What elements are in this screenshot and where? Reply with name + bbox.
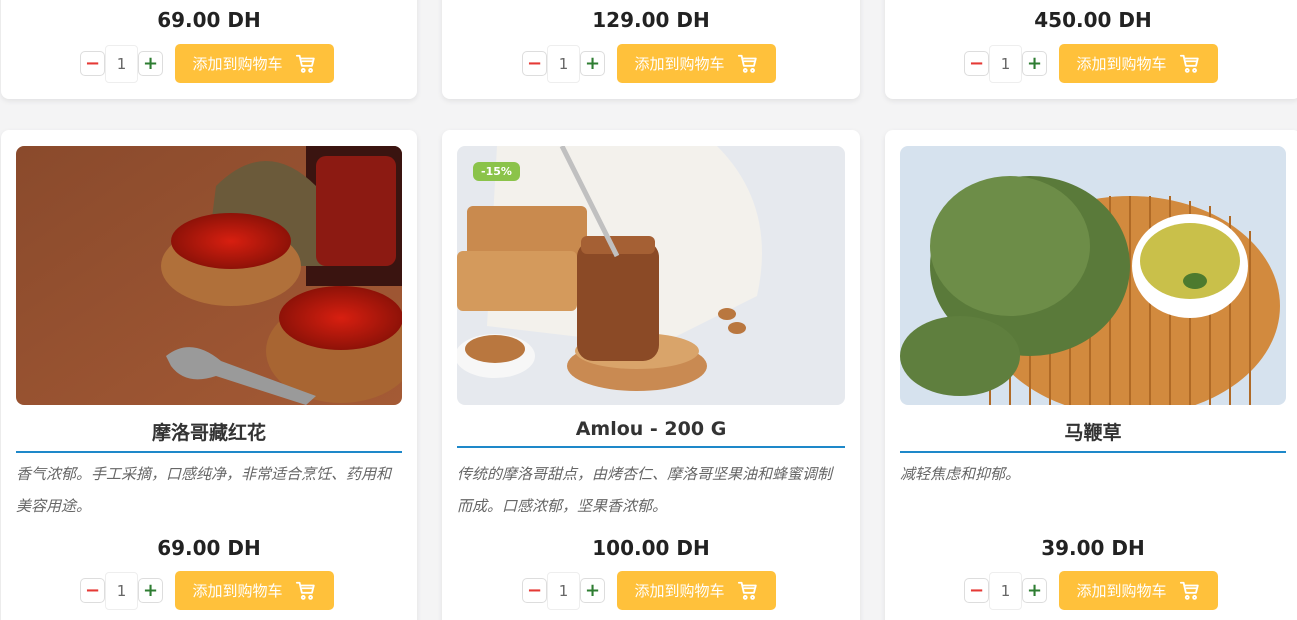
product-title[interactable]: Amlou - 200 G [457,418,845,448]
cart-icon [1179,580,1201,602]
card-actions: − + 添加到购物车 [1,44,417,83]
discount-badge: -15% [473,162,520,181]
add-to-cart-label: 添加到购物车 [192,55,283,73]
quantity-input[interactable] [989,44,1022,83]
increase-quantity-button[interactable]: + [138,578,163,603]
increase-quantity-button[interactable]: + [1022,51,1047,76]
decrease-quantity-button[interactable]: − [522,578,547,603]
product-card: -15% Amlou - 200 G 传统的摩洛哥甜点，由烤杏仁、摩洛哥坚果油和… [442,130,860,620]
quantity-input[interactable] [547,44,580,83]
product-price: 450.00 DH [1034,8,1152,32]
add-to-cart-label: 添加到购物车 [192,582,283,600]
quantity-input[interactable] [989,571,1022,610]
product-card: 马鞭草 减轻焦虑和抑郁。 39.00 DH − + 添加到购物车 [885,130,1297,620]
card-actions: − + 添加到购物车 [885,571,1297,610]
product-title[interactable]: 马鞭草 [900,418,1286,453]
add-to-cart-label: 添加到购物车 [1076,55,1167,73]
add-to-cart-button[interactable]: 添加到购物车 [1059,44,1218,83]
card-actions: − + 添加到购物车 [442,571,860,610]
quantity-stepper: − + [964,571,1047,610]
product-price: 39.00 DH [1041,536,1145,560]
product-price: 69.00 DH [157,8,261,32]
quantity-stepper: − + [80,44,163,83]
card-actions: − + 添加到购物车 [885,44,1297,83]
quantity-input[interactable] [105,44,138,83]
decrease-quantity-button[interactable]: − [522,51,547,76]
add-to-cart-label: 添加到购物车 [634,582,725,600]
decrease-quantity-button[interactable]: − [964,578,989,603]
product-price: 129.00 DH [592,8,710,32]
card-actions: − + 添加到购物车 [442,44,860,83]
decrease-quantity-button[interactable]: − [80,51,105,76]
product-title[interactable]: 摩洛哥藏红花 [16,418,402,453]
verbena-tea-image[interactable] [900,146,1286,405]
card-actions: − + 添加到购物车 [1,571,417,610]
product-card: 129.00 DH − + 添加到购物车 [442,0,860,99]
product-card: 450.00 DH − + 添加到购物车 [885,0,1297,99]
decrease-quantity-button[interactable]: − [964,51,989,76]
saffron-bowls-image[interactable] [16,146,402,405]
cart-icon [295,580,317,602]
add-to-cart-label: 添加到购物车 [1076,582,1167,600]
product-card: 摩洛哥藏红花 香气浓郁。手工采摘，口感纯净，非常适合烹饪、药用和美容用途。 69… [1,130,417,620]
product-description: 传统的摩洛哥甜点，由烤杏仁、摩洛哥坚果油和蜂蜜调制而成。口感浓郁，坚果香浓郁。 [457,465,833,515]
add-to-cart-button[interactable]: 添加到购物车 [175,571,334,610]
add-to-cart-label: 添加到购物车 [634,55,725,73]
product-description: 香气浓郁。手工采摘，口感纯净，非常适合烹饪、药用和美容用途。 [16,465,392,515]
quantity-input[interactable] [105,571,138,610]
amlou-jar-image[interactable]: -15% [457,146,845,405]
quantity-stepper: − + [80,571,163,610]
product-card: 69.00 DH − + 添加到购物车 [1,0,417,99]
cart-icon [295,53,317,75]
increase-quantity-button[interactable]: + [1022,578,1047,603]
add-to-cart-button[interactable]: 添加到购物车 [175,44,334,83]
decrease-quantity-button[interactable]: − [80,578,105,603]
cart-icon [1179,53,1201,75]
product-description: 减轻焦虑和抑郁。 [900,465,1021,483]
add-to-cart-button[interactable]: 添加到购物车 [617,44,776,83]
quantity-stepper: − + [964,44,1047,83]
quantity-stepper: − + [522,571,605,610]
cart-icon [737,580,759,602]
increase-quantity-button[interactable]: + [580,578,605,603]
increase-quantity-button[interactable]: + [138,51,163,76]
product-price: 69.00 DH [157,536,261,560]
quantity-input[interactable] [547,571,580,610]
add-to-cart-button[interactable]: 添加到购物车 [617,571,776,610]
product-grid: 69.00 DH − + 添加到购物车 129.00 DH − + [0,0,1297,620]
increase-quantity-button[interactable]: + [580,51,605,76]
cart-icon [737,53,759,75]
add-to-cart-button[interactable]: 添加到购物车 [1059,571,1218,610]
product-price: 100.00 DH [592,536,710,560]
quantity-stepper: − + [522,44,605,83]
